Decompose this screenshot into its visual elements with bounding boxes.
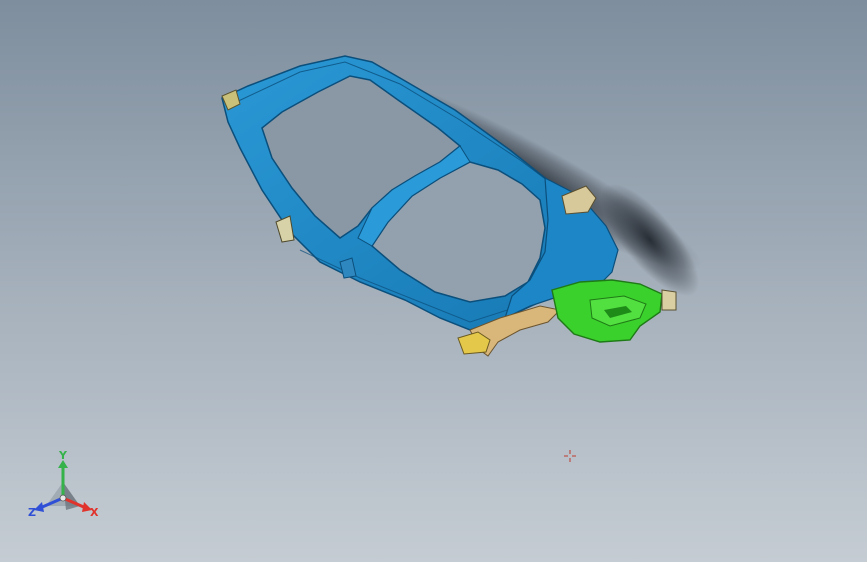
3d-viewport[interactable]: Y X Z [0,0,867,562]
model-view[interactable] [0,0,867,562]
crosshair-icon [564,450,576,462]
x-axis-label: X [90,506,99,519]
y-axis-label: Y [58,449,68,462]
axis-triad[interactable]: Y X Z [26,448,106,524]
triad-origin [59,494,67,502]
end-plate [661,289,677,311]
z-axis-label: Z [28,506,36,519]
